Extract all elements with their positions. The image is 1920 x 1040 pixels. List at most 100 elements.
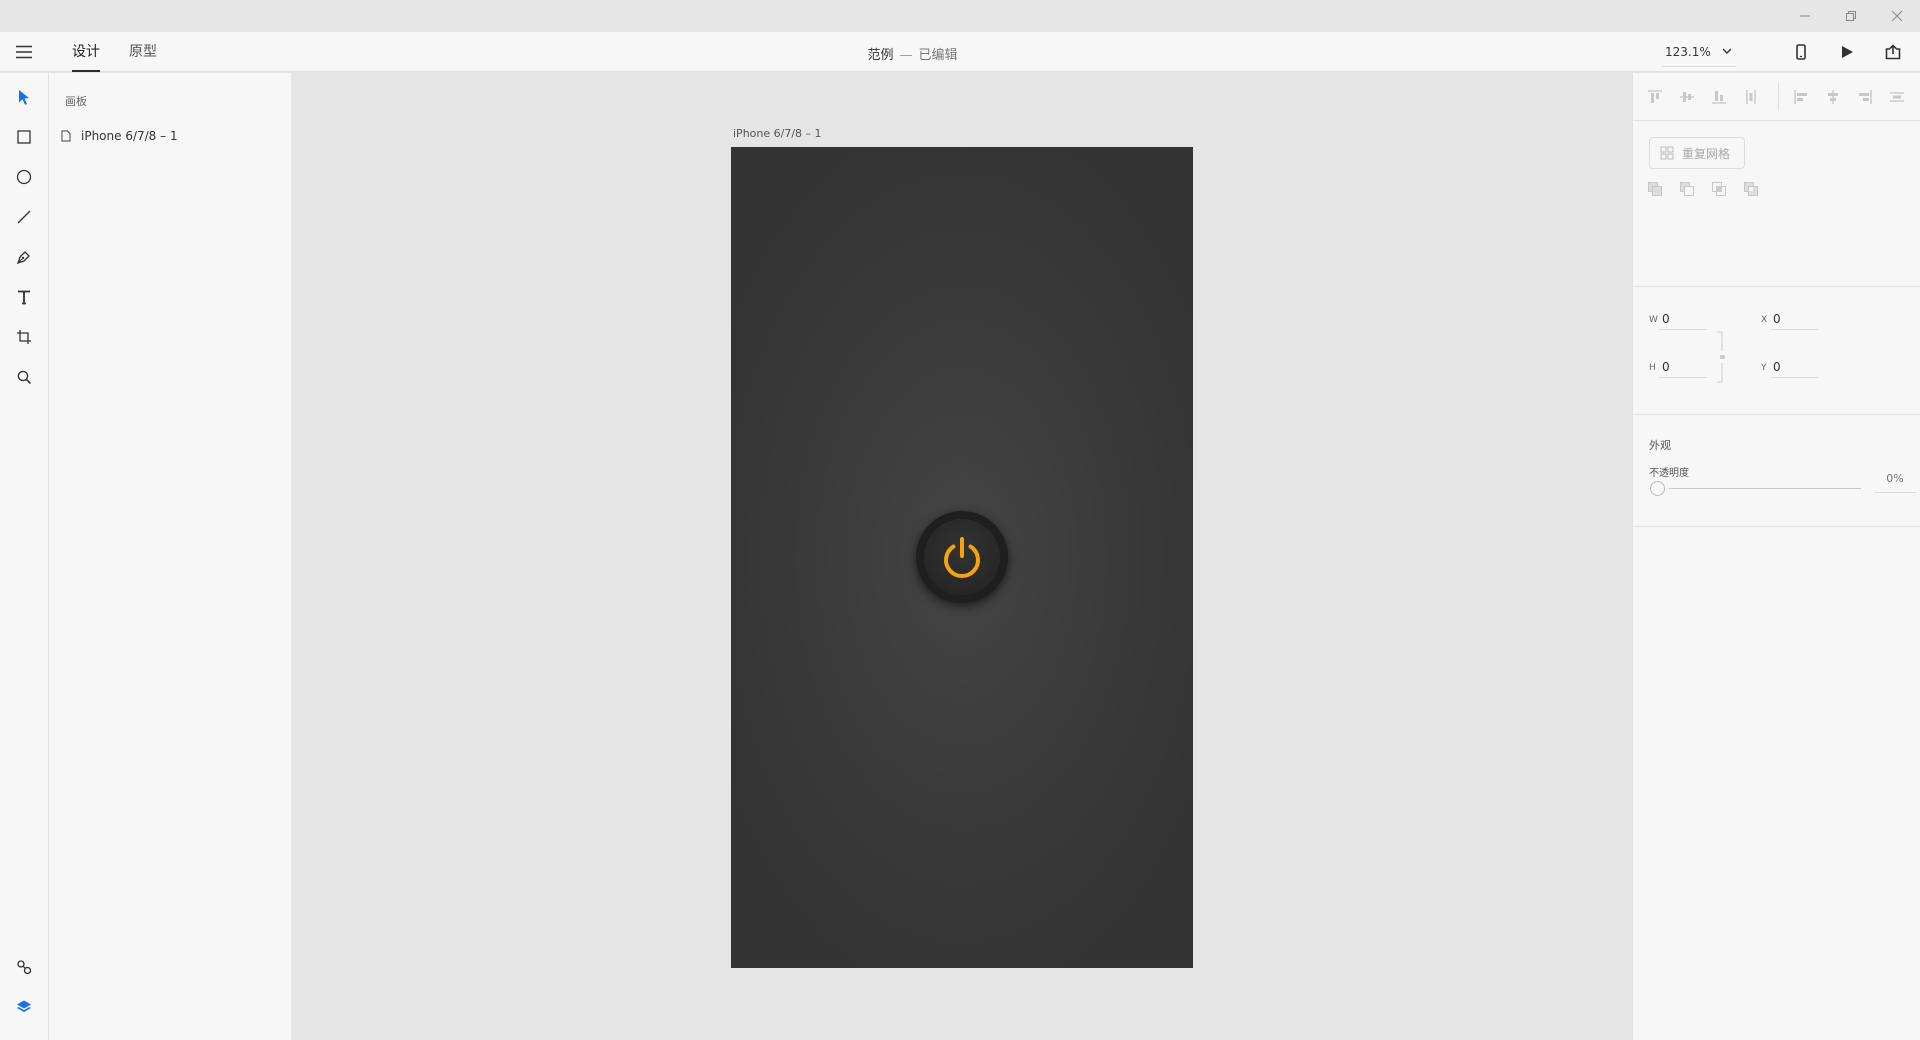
close-icon: [1891, 10, 1903, 22]
boolean-intersect-icon: [1712, 182, 1726, 196]
align-center-button[interactable]: [1823, 87, 1843, 107]
minimize-button[interactable]: [1782, 0, 1828, 32]
boolean-intersect-button[interactable]: [1709, 179, 1729, 199]
boolean-exclude-icon: [1744, 182, 1758, 196]
appearance-section: 外观 不透明度 0%: [1633, 415, 1920, 527]
align-top-icon: [1648, 90, 1662, 103]
align-middle-button[interactable]: [1677, 87, 1697, 107]
text-tool[interactable]: [12, 285, 36, 309]
y-label: Y: [1761, 363, 1767, 373]
layers-title: 画板: [65, 95, 87, 108]
pen-icon: [16, 251, 30, 265]
play-button[interactable]: [1837, 42, 1857, 62]
boolean-subtract-button[interactable]: [1677, 179, 1697, 199]
y-underline: [1770, 377, 1818, 378]
play-icon: [1842, 46, 1853, 58]
align-top-button[interactable]: [1645, 87, 1665, 107]
align-left-button[interactable]: [1791, 87, 1811, 107]
page-icon: [61, 130, 71, 142]
select-tool[interactable]: [12, 85, 36, 109]
opacity-slider-track[interactable]: [1669, 488, 1861, 489]
dimensions-section: W 0 H 0 X 0 Y 0: [1633, 287, 1920, 415]
boolean-exclude-button[interactable]: [1741, 179, 1761, 199]
align-center-icon: [1828, 90, 1838, 104]
layers-button[interactable]: [12, 995, 36, 1019]
assets-button[interactable]: [12, 955, 36, 979]
boolean-add-button[interactable]: [1645, 179, 1665, 199]
opacity-label: 不透明度: [1649, 468, 1689, 479]
distribute-horizontal-icon: [1890, 92, 1904, 102]
line-tool[interactable]: [12, 205, 36, 229]
x-underline: [1770, 329, 1818, 330]
align-bottom-button[interactable]: [1709, 87, 1729, 107]
title-separator: —: [899, 48, 913, 63]
height-label: H: [1649, 363, 1656, 373]
layers-panel: 画板 iPhone 6/7/8 – 1: [49, 73, 292, 1040]
opacity-slider-handle[interactable]: [1650, 481, 1665, 496]
zoom-dropdown[interactable]: 123.1%: [1662, 43, 1736, 67]
app-header: 设计 原型 范例 — 已编辑 123.1%: [0, 32, 1920, 72]
ellipse-tool[interactable]: [12, 165, 36, 189]
align-toolbar: [1633, 73, 1920, 121]
distribute-vertical-icon: [1746, 90, 1756, 104]
repeat-grid-label: 重复网格: [1682, 146, 1731, 161]
artboard-label[interactable]: iPhone 6/7/8 – 1: [733, 127, 822, 140]
width-label: W: [1649, 315, 1658, 325]
width-input[interactable]: 0: [1662, 312, 1670, 326]
height-underline: [1659, 377, 1707, 378]
lock-aspect-icon[interactable]: [1716, 331, 1726, 383]
power-button-face: [924, 519, 1000, 595]
zoom-tool[interactable]: [12, 365, 36, 389]
properties-panel: 重复网格 W 0 H 0 X 0 Y 0 外观 不透明度 0%: [1632, 73, 1920, 1040]
restore-button[interactable]: [1828, 0, 1874, 32]
artboard-tool[interactable]: [12, 325, 36, 349]
layer-item-label: iPhone 6/7/8 – 1: [81, 129, 178, 143]
restore-icon: [1846, 11, 1856, 21]
distribute-vertical-button[interactable]: [1741, 87, 1761, 107]
text-icon: [18, 290, 30, 305]
layers-icon: [17, 1000, 31, 1012]
rectangle-tool[interactable]: [12, 125, 36, 149]
appearance-title: 外观: [1649, 439, 1671, 452]
device-preview-button[interactable]: [1791, 42, 1811, 62]
opacity-input[interactable]: 0%: [1870, 472, 1920, 493]
align-divider: [1778, 83, 1779, 111]
share-button[interactable]: [1883, 42, 1903, 62]
title-bar: [0, 0, 1920, 32]
align-right-button[interactable]: [1855, 87, 1875, 107]
boolean-add-icon: [1648, 182, 1662, 196]
chevron-down-icon: [1722, 48, 1732, 54]
repeat-grid-button[interactable]: 重复网格: [1649, 137, 1745, 169]
layer-item-artboard[interactable]: iPhone 6/7/8 – 1: [61, 127, 178, 145]
y-input[interactable]: 0: [1773, 360, 1781, 374]
align-left-icon: [1794, 90, 1807, 104]
power-icon: [944, 537, 980, 578]
minimize-icon: [1800, 15, 1810, 17]
power-button[interactable]: [916, 511, 1008, 603]
ellipse-icon: [16, 169, 32, 185]
artboard-icon: [17, 330, 31, 344]
close-button[interactable]: [1874, 0, 1920, 32]
x-input[interactable]: 0: [1773, 312, 1781, 326]
align-bottom-icon: [1712, 91, 1726, 104]
grid-icon: [1660, 146, 1674, 160]
boolean-subtract-icon: [1680, 182, 1694, 196]
pointer-icon: [19, 90, 29, 105]
x-label: X: [1761, 315, 1768, 325]
align-middle-icon: [1680, 92, 1694, 102]
device-preview-icon: [1796, 44, 1806, 60]
height-input[interactable]: 0: [1662, 360, 1670, 374]
width-underline: [1659, 329, 1707, 330]
distribute-horizontal-button[interactable]: [1887, 87, 1907, 107]
symbols-icon: [17, 960, 32, 975]
line-icon: [17, 210, 31, 224]
pen-tool[interactable]: [12, 245, 36, 269]
align-right-icon: [1859, 90, 1872, 104]
rectangle-icon: [17, 130, 31, 144]
zoom-value: 123.1%: [1665, 45, 1711, 59]
doc-name: 范例: [867, 48, 894, 63]
tool-bar: [0, 73, 49, 1040]
search-icon: [17, 370, 32, 385]
doc-status: 已编辑: [918, 48, 958, 63]
share-icon: [1885, 44, 1901, 60]
